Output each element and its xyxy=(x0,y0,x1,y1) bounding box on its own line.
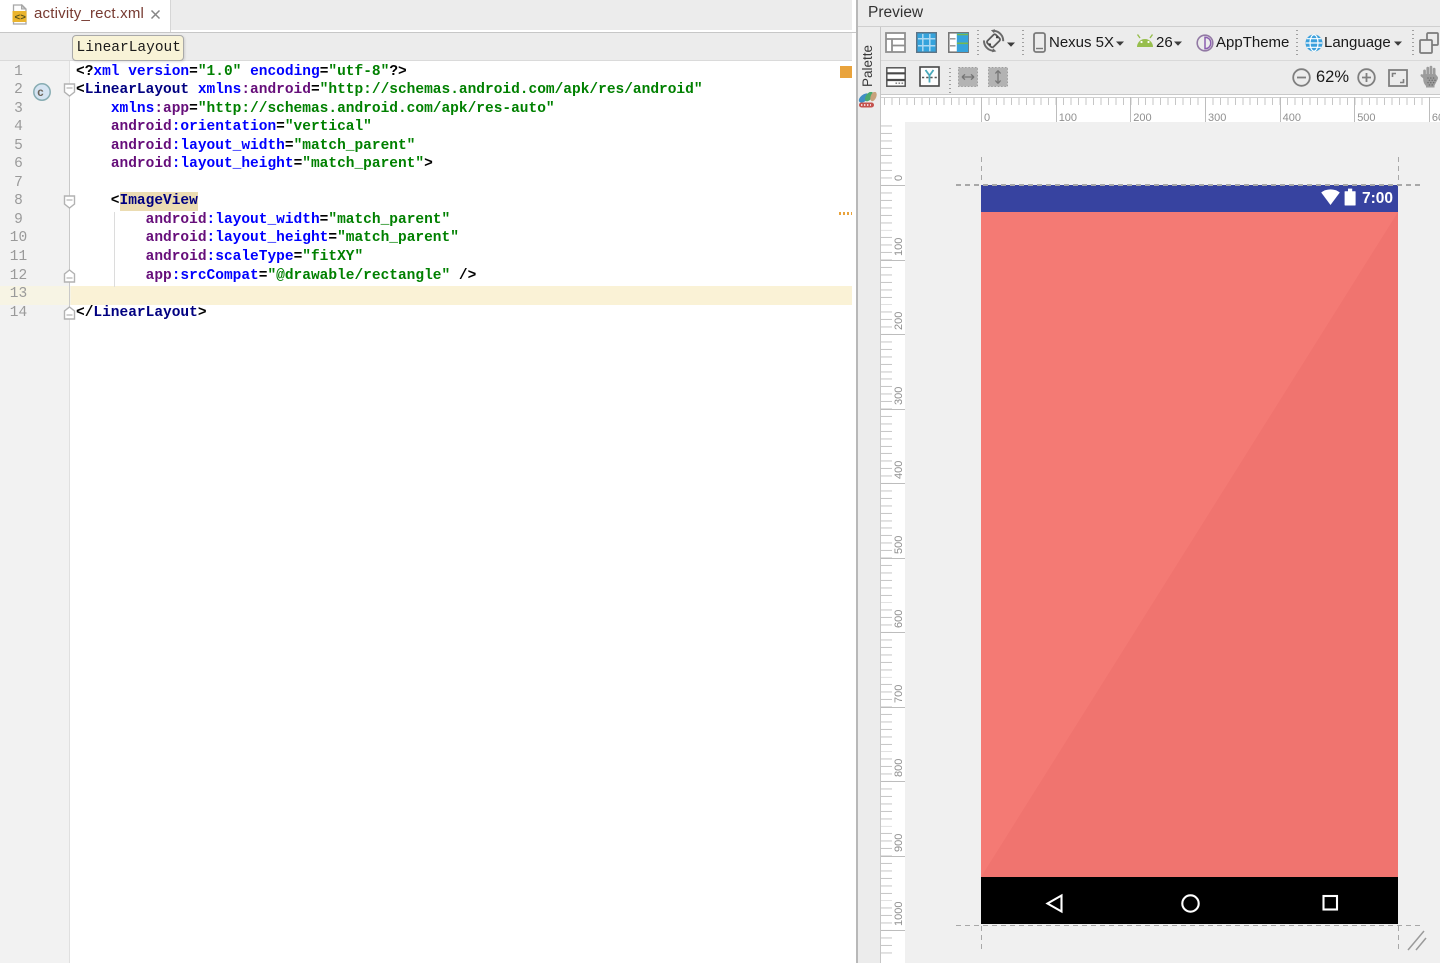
svg-text:<>: <> xyxy=(15,12,27,23)
svg-text:c: c xyxy=(37,87,44,99)
